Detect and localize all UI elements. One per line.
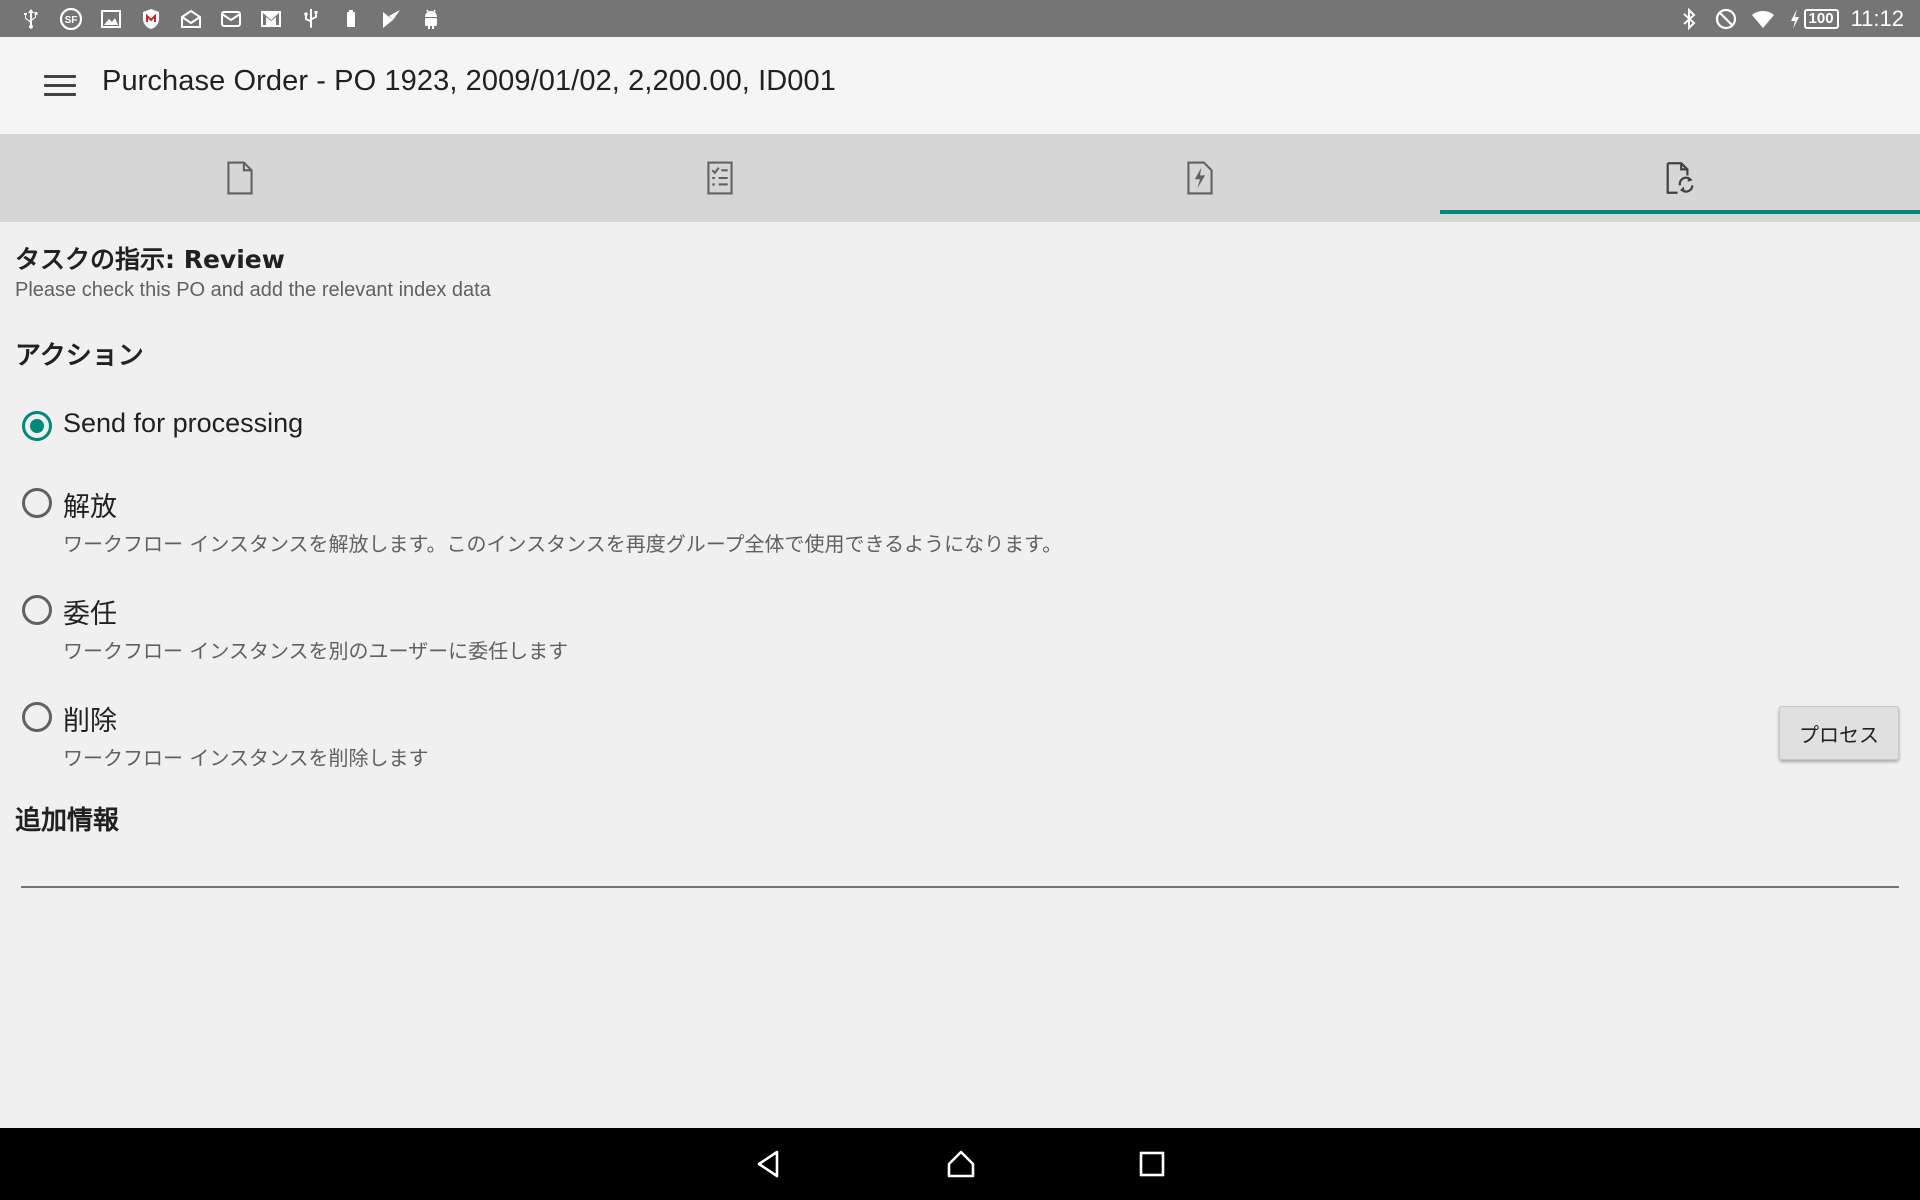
mail-open-icon	[178, 7, 203, 32]
menu-button[interactable]	[36, 65, 84, 105]
status-bar: SF 100 11:12	[0, 0, 1920, 37]
system-status: 100 11:12	[1677, 5, 1904, 33]
app-bar: Purchase Order - PO 1923, 2009/01/02, 2,…	[0, 37, 1920, 134]
radio-release[interactable]	[22, 488, 52, 518]
notification-icons: SF	[18, 6, 443, 32]
action-label[interactable]: 解放	[63, 485, 117, 524]
usb-debug-icon	[298, 7, 323, 32]
actions-heading: アクション	[15, 341, 144, 371]
play-store-icon	[378, 7, 403, 32]
battery-indicator: 100	[1788, 7, 1839, 32]
home-button[interactable]	[933, 1138, 989, 1190]
document-workflow-icon	[1666, 162, 1694, 194]
action-description: ワークフロー インスタンスを削除します	[63, 746, 429, 770]
home-icon	[947, 1150, 975, 1178]
action-label[interactable]: 委任	[63, 592, 117, 631]
tab-index-data[interactable]	[480, 134, 960, 222]
tab-workflow-history[interactable]	[960, 134, 1440, 222]
action-description: ワークフロー インスタンスを別のユーザーに委任します	[63, 639, 569, 663]
image-icon	[98, 7, 123, 32]
charging-icon	[1788, 7, 1802, 32]
action-label[interactable]: 削除	[63, 699, 117, 738]
document-icon	[227, 161, 253, 195]
action-label[interactable]: Send for processing	[63, 408, 303, 439]
navigation-bar	[0, 1128, 1920, 1200]
hamburger-icon	[44, 74, 76, 78]
gmail-icon	[258, 7, 283, 32]
mcafee-icon	[138, 7, 163, 32]
page-title: Purchase Order - PO 1923, 2009/01/02, 2,…	[102, 65, 836, 97]
recents-icon	[1139, 1151, 1165, 1177]
action-description: ワークフロー インスタンスを解放します。このインスタンスを再度グループ全体で使用…	[63, 532, 1063, 556]
additional-info-input[interactable]	[21, 844, 1899, 888]
radio-delegate[interactable]	[22, 595, 52, 625]
process-button[interactable]: プロセス	[1779, 706, 1899, 760]
android-icon	[418, 7, 443, 32]
task-instruction-text: Please check this PO and add the relevan…	[15, 279, 491, 301]
wifi-icon	[1751, 7, 1776, 32]
usb-icon	[18, 7, 43, 32]
tab-document[interactable]	[0, 134, 480, 222]
radio-send-for-processing[interactable]	[22, 411, 52, 441]
checklist-icon	[707, 161, 733, 195]
recents-button[interactable]	[1124, 1138, 1180, 1190]
email-icon	[218, 7, 243, 32]
radio-delete[interactable]	[22, 702, 52, 732]
back-icon	[757, 1150, 779, 1178]
task-instruction-heading: タスクの指示: Review	[15, 245, 285, 274]
do-not-disturb-icon	[1714, 7, 1739, 32]
tab-workflow-task[interactable]	[1440, 134, 1920, 222]
svg-text:SF: SF	[64, 15, 77, 26]
back-button[interactable]	[741, 1138, 797, 1190]
battery-level: 100	[1803, 9, 1839, 29]
sf-icon: SF	[58, 7, 83, 32]
document-lightning-icon	[1187, 161, 1213, 195]
bluetooth-icon	[1677, 7, 1702, 32]
clock: 11:12	[1850, 6, 1904, 31]
tab-bar	[0, 134, 1920, 222]
battery-saver-icon	[338, 7, 363, 32]
additional-info-heading: 追加情報	[15, 806, 120, 836]
